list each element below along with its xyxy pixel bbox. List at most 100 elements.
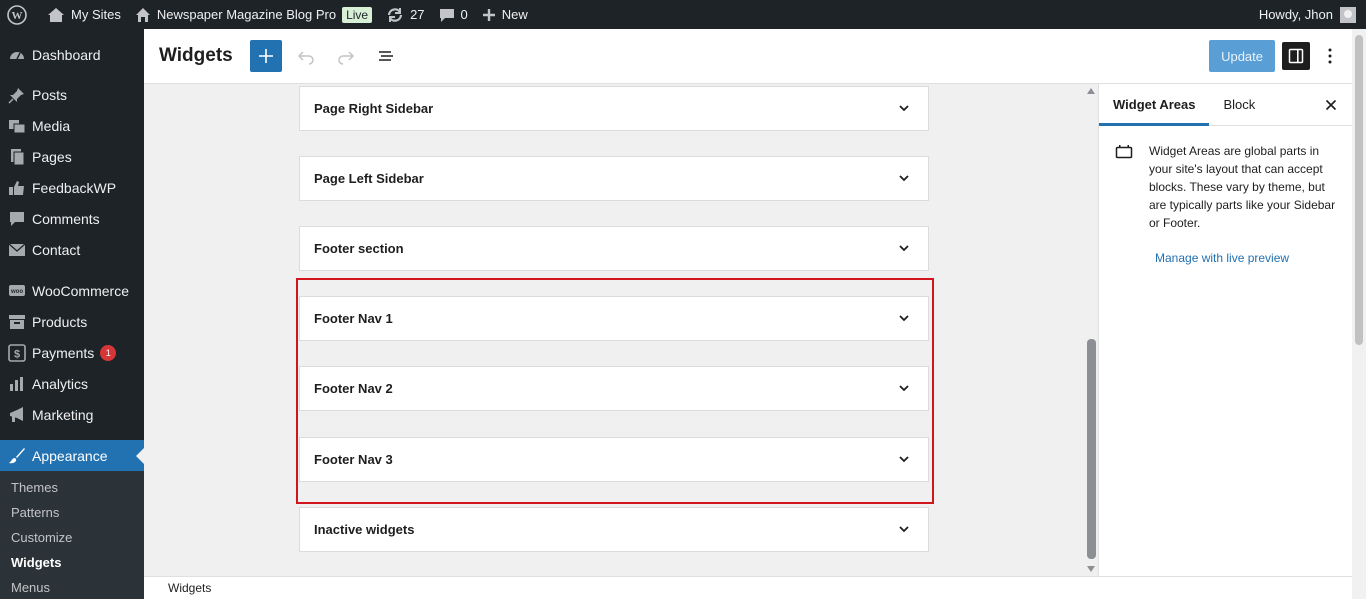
wordpress-logo[interactable]: W [0, 0, 40, 29]
submenu-widgets[interactable]: Widgets [0, 550, 144, 575]
chevron-down-icon [899, 175, 909, 182]
sidebar-item-contact[interactable]: Contact [0, 234, 144, 265]
admin-bar: W My Sites Newspaper Magazine Blog Pro L… [0, 0, 1366, 29]
sidebar-item-label: Posts [32, 86, 68, 103]
sidebar-item-label: Contact [32, 241, 81, 258]
widget-area-footer-nav-2[interactable]: Footer Nav 2 [299, 366, 929, 411]
widget-area-inactive-widgets[interactable]: Inactive widgets [299, 507, 929, 552]
widget-area-page-right-sidebar[interactable]: Page Right Sidebar [299, 86, 929, 131]
settings-toggle-button[interactable] [1282, 42, 1310, 70]
sidebar-item-comments[interactable]: Comments [0, 203, 144, 234]
updates-link[interactable]: 27 [379, 0, 431, 29]
chevron-down-icon [899, 456, 909, 463]
my-sites-icon [48, 7, 64, 22]
sidebar-item-dashboard[interactable]: Dashboard [0, 39, 144, 70]
undo-button[interactable] [290, 40, 322, 72]
submenu-themes[interactable]: Themes [0, 475, 144, 500]
widget-area-title: Footer Nav 2 [314, 381, 393, 396]
tab-block[interactable]: Block [1209, 84, 1269, 125]
my-sites-link[interactable]: My Sites [40, 0, 128, 29]
sidebar-toggle-icon [1288, 48, 1304, 64]
submenu-customize[interactable]: Customize [0, 525, 144, 550]
sidebar-item-label: FeedbackWP [32, 179, 117, 196]
megaphone-icon [8, 406, 26, 424]
my-sites-label: My Sites [71, 7, 121, 22]
howdy-label: Howdy, Jhon [1258, 7, 1333, 22]
sidebar-item-woocommerce[interactable]: woo WooCommerce [0, 275, 144, 306]
plus-icon [482, 8, 495, 21]
pin-icon [8, 86, 26, 104]
sidebar-item-analytics[interactable]: Analytics [0, 368, 144, 399]
svg-text:woo: woo [10, 289, 23, 295]
home-icon [135, 7, 150, 22]
update-button[interactable]: Update [1209, 40, 1275, 72]
sidebar-item-feedbackwp[interactable]: FeedbackWP [0, 172, 144, 203]
comments-count: 0 [460, 7, 468, 22]
account-menu[interactable]: Howdy, Jhon [1252, 0, 1366, 29]
sidebar-item-products[interactable]: Products [0, 306, 144, 337]
redo-button[interactable] [330, 40, 362, 72]
mail-icon [8, 241, 26, 259]
submenu-menus[interactable]: Menus [0, 575, 144, 599]
widget-area-footer-nav-1[interactable]: Footer Nav 1 [299, 296, 929, 341]
widget-area-title: Page Right Sidebar [314, 101, 434, 116]
new-content-link[interactable]: New [475, 0, 535, 29]
brush-icon [8, 447, 26, 465]
sidebar-item-marketing[interactable]: Marketing [0, 399, 144, 430]
svg-text:$: $ [14, 348, 20, 360]
page-title: Widgets [159, 45, 233, 66]
widget-area-title: Page Left Sidebar [314, 171, 424, 186]
woo-icon: woo [8, 282, 26, 300]
canvas-scrollbar[interactable] [1085, 84, 1098, 576]
scroll-down-arrow[interactable] [1087, 566, 1095, 572]
appearance-submenu: Themes Patterns Customize Widgets Menus [0, 471, 144, 599]
sidebar-item-posts[interactable]: Posts [0, 79, 144, 110]
payments-badge: 1 [100, 344, 117, 361]
more-vertical-icon [1328, 48, 1332, 64]
sidebar-item-payments[interactable]: $ Payments 1 [0, 337, 144, 368]
sidebar-item-label: Products [32, 313, 88, 330]
tab-widget-areas[interactable]: Widget Areas [1099, 84, 1210, 126]
widget-area-page-left-sidebar[interactable]: Page Left Sidebar [299, 156, 929, 201]
add-block-button[interactable] [249, 40, 282, 72]
close-panel-button[interactable] [1322, 96, 1340, 114]
widget-area-footer-section[interactable]: Footer section [299, 226, 929, 271]
options-menu-button[interactable] [1318, 42, 1342, 70]
sidebar-item-label: Appearance [32, 447, 108, 464]
manage-live-preview-link[interactable]: Manage with live preview [1155, 251, 1289, 265]
sidebar-item-label: Comments [32, 210, 100, 227]
site-name-link[interactable]: Newspaper Magazine Blog Pro Live [128, 0, 379, 29]
widget-areas-description: Widget Areas are global parts in your si… [1149, 144, 1336, 230]
page-scrollbar[interactable] [1352, 29, 1366, 599]
new-label: New [501, 7, 528, 22]
updates-count: 27 [410, 7, 425, 22]
comments-link[interactable]: 0 [432, 0, 475, 29]
close-icon [1325, 99, 1337, 111]
sidebar-item-media[interactable]: Media [0, 110, 144, 141]
widget-area-title: Footer Nav 1 [314, 311, 393, 326]
submenu-patterns[interactable]: Patterns [0, 500, 144, 525]
editor-header: Widgets Update [144, 29, 1366, 84]
widget-areas-canvas: Page Right Sidebar Page Left Sidebar Foo… [144, 84, 1085, 576]
page-scroll-thumb[interactable] [1355, 35, 1363, 345]
chevron-down-icon [899, 245, 909, 252]
archive-icon [8, 313, 26, 331]
dollar-icon: $ [8, 343, 26, 362]
live-badge: Live [342, 6, 373, 23]
plus-icon [258, 49, 273, 63]
sidebar-item-appearance[interactable]: Appearance [0, 440, 144, 471]
list-view-icon [378, 51, 393, 61]
thumbs-up-icon [8, 179, 26, 197]
list-view-button[interactable] [370, 40, 402, 72]
sidebar-item-pages[interactable]: Pages [0, 141, 144, 172]
settings-panel: Widget Areas Block Widget Areas are glob… [1098, 84, 1352, 576]
chevron-down-icon [899, 385, 909, 392]
widget-area-icon [1115, 142, 1133, 232]
breadcrumb: Widgets [144, 576, 1352, 599]
scroll-up-arrow[interactable] [1087, 88, 1095, 94]
widget-area-footer-nav-3[interactable]: Footer Nav 3 [299, 437, 929, 482]
breadcrumb-item[interactable]: Widgets [168, 581, 211, 595]
pages-icon [8, 148, 26, 166]
wordpress-icon: W [7, 4, 27, 25]
scroll-thumb[interactable] [1087, 339, 1096, 559]
